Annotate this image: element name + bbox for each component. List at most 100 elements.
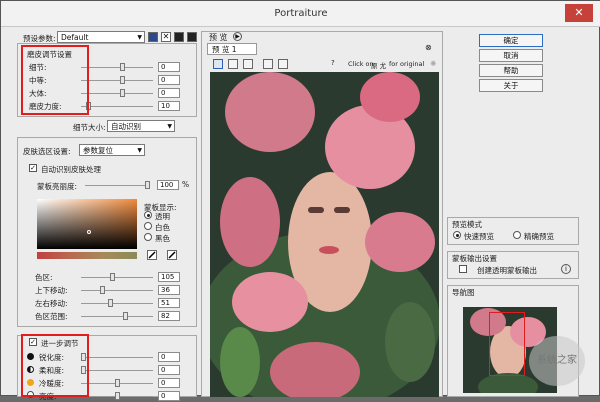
enhance-input-2[interactable]: 0 <box>158 378 180 388</box>
chevron-down-icon: ▼ <box>167 123 172 130</box>
enhance-slider-3[interactable] <box>114 392 120 400</box>
about-button[interactable]: 关于 <box>479 79 543 92</box>
auto-skin-label: 自动识别皮肤处理 <box>41 165 101 174</box>
skin-slider-0[interactable] <box>110 273 116 281</box>
copy-preview-icon[interactable] <box>278 59 288 69</box>
skin-select-label: 皮肤选区设置: <box>23 147 71 156</box>
skin-input-2[interactable]: 51 <box>158 298 180 308</box>
preview-header: 预 览 <box>209 33 228 42</box>
close-button[interactable]: ✕ <box>565 4 593 22</box>
skin-slider-1[interactable] <box>99 286 105 294</box>
tab-preview-1[interactable]: 预 览 1 <box>207 43 257 55</box>
skin-slider-2[interactable] <box>107 299 113 307</box>
skin-track-0[interactable] <box>81 277 153 278</box>
eyedropper-icon[interactable] <box>147 250 157 260</box>
transparent-mask-checkbox[interactable] <box>459 265 467 273</box>
close-tab-icon[interactable]: ⊗ <box>425 43 432 52</box>
mask-transparent-label: 透明 <box>155 212 170 221</box>
fast-preview-radio[interactable] <box>453 231 461 239</box>
mask-opacity-track[interactable] <box>85 185 149 186</box>
skin-label-2: 左右移动: <box>35 299 68 308</box>
skin-input-0[interactable]: 105 <box>158 272 180 282</box>
smooth-input-2[interactable]: 0 <box>158 88 180 98</box>
skin-input-1[interactable]: 36 <box>158 285 180 295</box>
ok-button[interactable]: 确定 <box>479 34 543 47</box>
mask-white-label: 白色 <box>155 223 170 232</box>
smooth-track-1[interactable] <box>81 80 153 81</box>
mask-output-title: 蒙板输出设置 <box>452 254 497 263</box>
portraiture-window: Portraiture ✕ 预设参数: Default ▼ ✕ 磨皮调节设置 细节… <box>0 0 600 401</box>
preset-select[interactable]: Default ▼ <box>57 31 145 43</box>
transparent-mask-label: 创建透明蒙板输出 <box>477 266 537 275</box>
mask-transparent-radio[interactable] <box>144 211 152 219</box>
single-view-icon[interactable] <box>213 59 223 69</box>
enhance-track-1[interactable] <box>81 370 153 371</box>
hue-bar[interactable] <box>37 252 137 259</box>
skin-reset-value: 参数复位 <box>83 146 113 155</box>
click-hint-pre: Click on <box>348 60 374 68</box>
export-preset-icon[interactable] <box>187 32 197 42</box>
navigator-viewport[interactable] <box>489 312 525 376</box>
accurate-preview-label: 精确预览 <box>524 232 554 241</box>
title-bar: Portraiture ✕ <box>1 1 600 27</box>
skin-label-0: 色区: <box>35 273 53 282</box>
navigator-title: 导航图 <box>452 288 475 297</box>
detail-size-select[interactable]: 自动识别 ▼ <box>107 120 175 132</box>
skin-label-3: 色区范围: <box>35 312 68 321</box>
mask-opacity-input[interactable]: 100 <box>157 180 179 190</box>
smooth-input-0[interactable]: 0 <box>158 62 180 72</box>
highlight-smoothing <box>21 45 89 115</box>
detail-size-label: 细节大小: <box>73 123 106 132</box>
smooth-slider-2[interactable] <box>119 89 125 97</box>
skin-reset-select[interactable]: 参数复位 ▼ <box>79 144 145 156</box>
smooth-track-3[interactable] <box>81 106 153 107</box>
skin-track-3[interactable] <box>81 316 153 317</box>
enhance-slider-2[interactable] <box>114 379 120 387</box>
skin-track-2[interactable] <box>81 303 153 304</box>
play-icon[interactable]: ▶ <box>233 32 242 41</box>
mask-opacity-slider[interactable] <box>145 181 150 189</box>
skin-slider-3[interactable] <box>122 312 128 320</box>
preset-value: Default <box>61 33 89 42</box>
smooth-track-0[interactable] <box>81 67 153 68</box>
enhance-input-3[interactable]: 0 <box>158 391 180 401</box>
color-picker-area[interactable] <box>37 199 137 249</box>
smooth-track-2[interactable] <box>81 93 153 94</box>
split-vertical-icon[interactable] <box>243 59 253 69</box>
delete-preset-icon[interactable]: ✕ <box>161 32 171 42</box>
detail-size-value: 自动识别 <box>111 122 141 131</box>
click-hint-mid: 原 尤 <box>371 62 387 70</box>
color-picker-marker[interactable] <box>87 230 91 234</box>
fast-preview-label: 快速预览 <box>464 232 494 241</box>
cancel-button[interactable]: 取消 <box>479 49 543 62</box>
save-preset-icon[interactable] <box>148 32 158 42</box>
window-title: Portraiture <box>274 8 328 19</box>
smooth-input-1[interactable]: 0 <box>158 75 180 85</box>
mask-black-radio[interactable] <box>144 233 152 241</box>
skin-label-1: 上下移动: <box>35 286 68 295</box>
split-horizontal-icon[interactable] <box>228 59 238 69</box>
new-preview-icon[interactable] <box>263 59 273 69</box>
enhance-input-1[interactable]: 0 <box>158 365 180 375</box>
chevron-down-icon: ▼ <box>137 147 142 154</box>
accurate-preview-radio[interactable] <box>513 231 521 239</box>
auto-skin-checkbox[interactable]: ✓ <box>29 164 37 172</box>
smooth-input-3[interactable]: 10 <box>158 101 180 111</box>
info-icon[interactable]: i <box>561 264 571 274</box>
sun-icon: ✺ <box>430 59 437 68</box>
mask-black-label: 黑色 <box>155 234 170 243</box>
import-preset-icon[interactable] <box>174 32 184 42</box>
skin-input-3[interactable]: 82 <box>158 311 180 321</box>
enhance-input-0[interactable]: 0 <box>158 352 180 362</box>
smooth-slider-1[interactable] <box>119 76 125 84</box>
help-button[interactable]: 帮助 <box>479 64 543 77</box>
smooth-slider-0[interactable] <box>119 63 125 71</box>
percent-unit: % <box>182 180 190 189</box>
mask-white-radio[interactable] <box>144 222 152 230</box>
help-icon: ? <box>331 59 335 67</box>
preview-image[interactable] <box>210 72 439 397</box>
enhance-track-0[interactable] <box>81 357 153 358</box>
skin-track-1[interactable] <box>81 290 153 291</box>
eyedropper-add-icon[interactable] <box>167 250 177 260</box>
mask-opacity-label: 蒙板亮丽度: <box>37 182 78 191</box>
